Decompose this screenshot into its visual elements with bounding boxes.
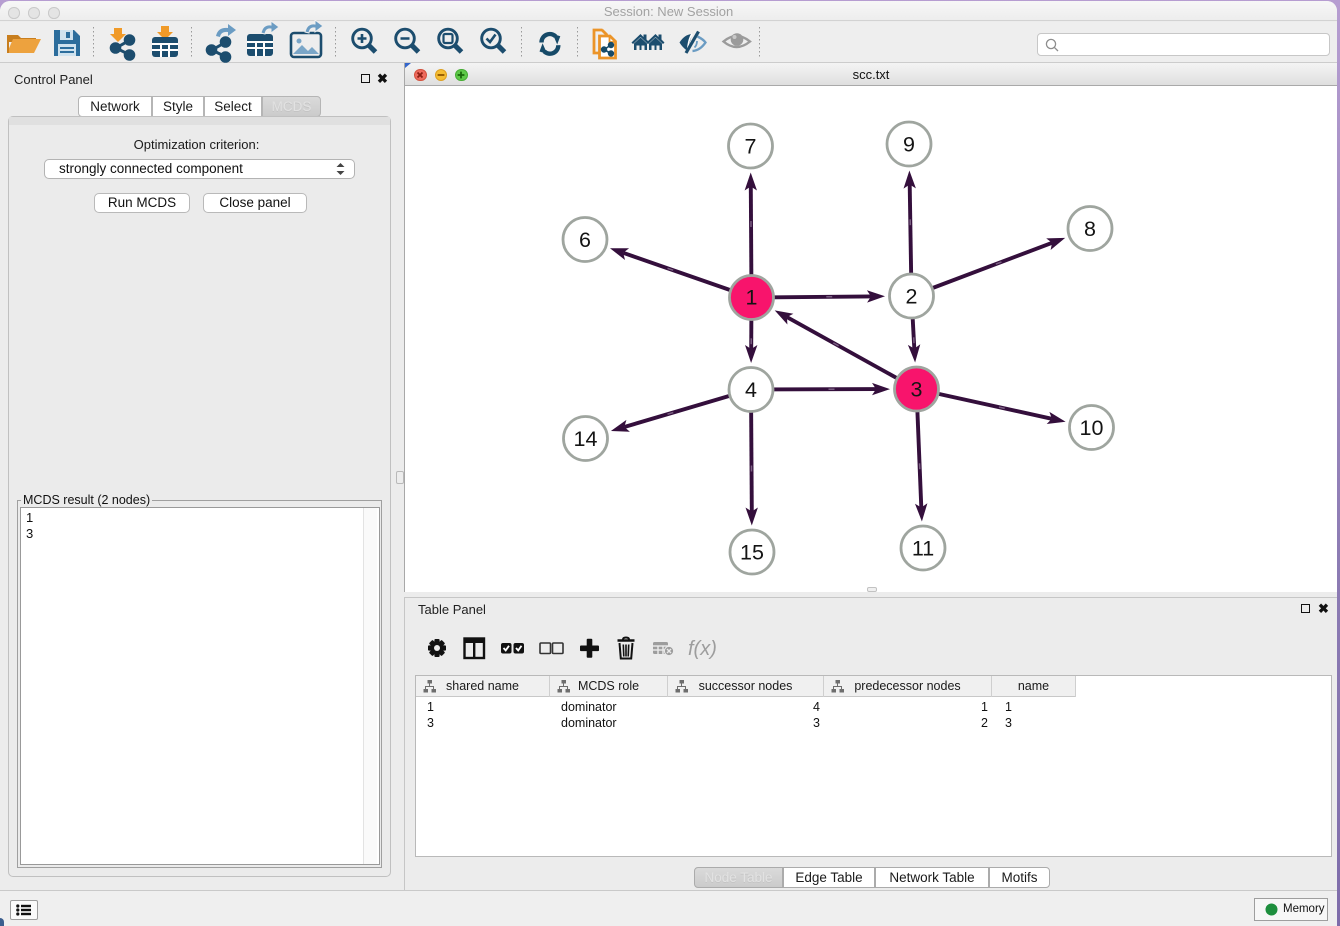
svg-text:6: 6 (579, 228, 591, 252)
svg-text:8: 8 (1084, 217, 1096, 241)
svg-text:15: 15 (740, 541, 764, 565)
svg-text:7: 7 (745, 135, 757, 159)
svg-text:9: 9 (903, 133, 915, 157)
svg-text:10: 10 (1080, 416, 1104, 440)
svg-text:11: 11 (912, 537, 934, 561)
svg-text:14: 14 (574, 427, 598, 451)
svg-text:f(x): f(x) (688, 638, 717, 660)
svg-text:2: 2 (906, 285, 918, 309)
svg-text:4: 4 (745, 378, 757, 402)
svg-text:3: 3 (911, 378, 923, 402)
svg-text:1: 1 (746, 286, 758, 310)
